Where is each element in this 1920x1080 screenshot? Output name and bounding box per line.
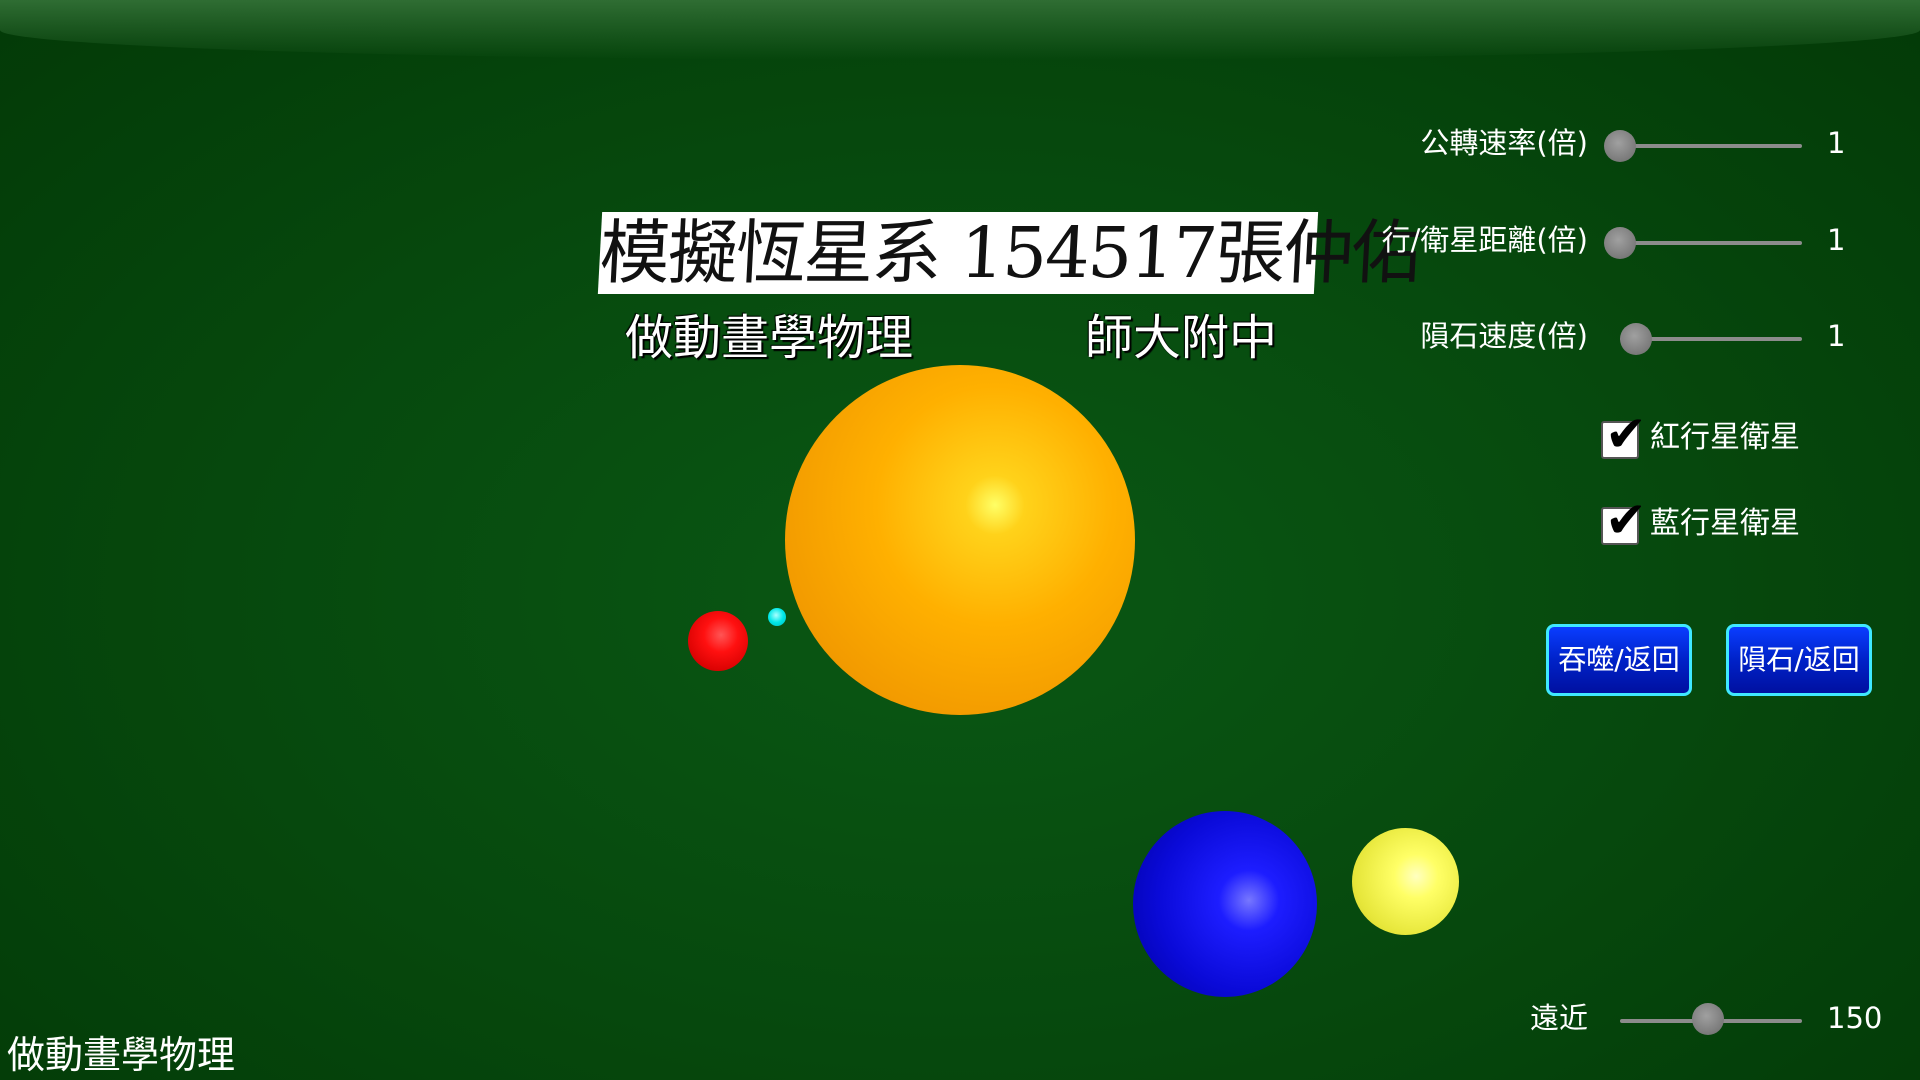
orbit-speed-slider-thumb[interactable] <box>1604 130 1636 162</box>
swallow-return-button[interactable]: 吞噬/返回 <box>1546 624 1692 696</box>
distance-value: 1 <box>1827 223 1846 257</box>
red-planet-sphere <box>688 611 748 671</box>
blue-planet-moon-checkbox[interactable]: ✔ <box>1601 495 1647 545</box>
meteor-speed-value: 1 <box>1827 319 1846 353</box>
zoom-value: 150 <box>1827 1001 1883 1035</box>
distance-slider-track[interactable] <box>1620 241 1802 245</box>
red-planet-moon-sphere <box>768 608 786 626</box>
checkmark-icon: ✔ <box>1605 405 1647 463</box>
star-sphere <box>785 365 1135 715</box>
red-planet-moon-label: 紅行星衛星 <box>1650 420 1800 455</box>
orbit-speed-label: 公轉速率(倍) <box>1420 126 1588 160</box>
meteor-return-button[interactable]: 隕石/返回 <box>1726 624 1872 696</box>
orbit-speed-control: 公轉速率(倍) 1 <box>1300 123 1860 163</box>
blue-planet-sphere <box>1133 811 1317 997</box>
meteor-speed-control: 隕石速度(倍) 1 <box>1300 316 1860 356</box>
orbit-speed-slider-track[interactable] <box>1620 144 1802 148</box>
distance-control: 行/衛星距離(倍) 1 <box>1300 220 1860 260</box>
footer-label: 做動畫學物理 <box>7 1033 236 1077</box>
checkmark-icon: ✔ <box>1605 491 1647 549</box>
top-edge-shading <box>0 0 1920 60</box>
blue-planet-moon-sphere <box>1352 828 1459 935</box>
meteor-speed-slider-thumb[interactable] <box>1620 323 1652 355</box>
distance-slider-thumb[interactable] <box>1604 227 1636 259</box>
red-planet-moon-checkbox[interactable]: ✔ <box>1601 409 1647 459</box>
simulation-canvas[interactable]: 模擬恆星系 154517張仲佑 做動畫學物理 師大附中 公轉速率(倍) 1 行/… <box>0 0 1920 1080</box>
zoom-slider-thumb[interactable] <box>1692 1003 1724 1035</box>
meteor-speed-label: 隕石速度(倍) <box>1420 319 1588 353</box>
distance-label: 行/衛星距離(倍) <box>1381 223 1588 257</box>
subtitle-left: 做動畫學物理 <box>625 310 914 366</box>
blue-planet-moon-label: 藍行星衛星 <box>1650 506 1800 541</box>
orbit-speed-value: 1 <box>1827 126 1846 160</box>
subtitle-right: 師大附中 <box>1085 310 1278 366</box>
zoom-control: 遠近 150 <box>1300 998 1900 1038</box>
zoom-label: 遠近 <box>1529 1001 1588 1035</box>
page-title: 模擬恆星系 154517張仲佑 <box>597 212 1422 294</box>
